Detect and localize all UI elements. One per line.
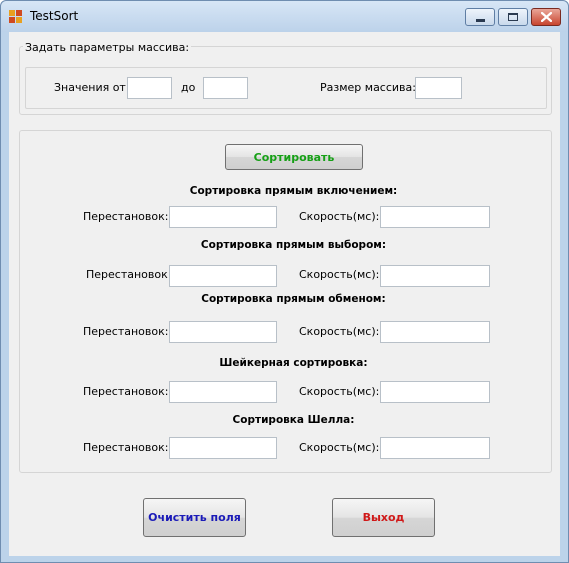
speed-input-shell[interactable] bbox=[380, 437, 490, 459]
speed-label-shaker: Скорость(мс): bbox=[299, 385, 380, 398]
exit-button-label: Выход bbox=[362, 511, 405, 524]
client-area: Задать параметры массива: Значения от: д… bbox=[9, 32, 560, 556]
swaps-input-insertion[interactable] bbox=[169, 206, 277, 228]
swaps-label-selection: Перестановок: bbox=[86, 268, 172, 281]
clear-fields-button-label: Очистить поля bbox=[148, 511, 241, 524]
swaps-input-exchange[interactable] bbox=[169, 321, 277, 343]
speed-label-shell: Скорость(мс): bbox=[299, 441, 380, 454]
sort-title-insertion: Сортировка прямым включением: bbox=[189, 185, 398, 197]
swaps-label-shaker: Перестановок: bbox=[83, 385, 169, 398]
speed-input-insertion[interactable] bbox=[380, 206, 490, 228]
app-window: TestSort Задать параметры массива: Значе… bbox=[0, 0, 569, 563]
from-label: Значения от: bbox=[54, 81, 130, 94]
params-caption: Задать параметры массива: bbox=[23, 41, 192, 54]
swaps-input-shaker[interactable] bbox=[169, 381, 277, 403]
speed-label-insertion: Скорость(мс): bbox=[299, 210, 380, 223]
speed-input-shaker[interactable] bbox=[380, 381, 490, 403]
clear-fields-button[interactable]: Очистить поля bbox=[143, 498, 246, 537]
size-input[interactable] bbox=[415, 77, 462, 99]
close-icon bbox=[540, 12, 552, 22]
maximize-button[interactable] bbox=[498, 8, 528, 26]
speed-input-exchange[interactable] bbox=[380, 321, 490, 343]
minimize-icon bbox=[475, 18, 485, 22]
from-input[interactable] bbox=[127, 77, 172, 99]
maximize-icon bbox=[508, 13, 518, 21]
sort-title-shaker: Шейкерная сортировка: bbox=[219, 357, 368, 369]
sort-title-exchange: Сортировка прямым обменом: bbox=[201, 293, 386, 305]
speed-label-exchange: Скорость(мс): bbox=[299, 325, 380, 338]
swaps-label-insertion: Перестановок: bbox=[83, 210, 169, 223]
sort-title-shell: Сортировка Шелла: bbox=[232, 414, 355, 426]
window-title: TestSort bbox=[30, 9, 79, 23]
swaps-label-shell: Перестановок: bbox=[83, 441, 169, 454]
speed-input-selection[interactable] bbox=[380, 265, 490, 287]
sort-title-selection: Сортировка прямым выбором: bbox=[200, 239, 387, 251]
speed-label-selection: Скорость(мс): bbox=[299, 268, 380, 281]
title-bar[interactable]: TestSort bbox=[1, 1, 568, 32]
exit-button[interactable]: Выход bbox=[332, 498, 435, 537]
sort-button[interactable]: Сортировать bbox=[225, 144, 363, 170]
to-input[interactable] bbox=[203, 77, 248, 99]
swaps-input-selection[interactable] bbox=[169, 265, 277, 287]
to-label: до bbox=[181, 81, 196, 94]
close-button[interactable] bbox=[531, 8, 561, 26]
sort-button-label: Сортировать bbox=[253, 150, 335, 164]
swaps-label-exchange: Перестановок: bbox=[83, 325, 169, 338]
swaps-input-shell[interactable] bbox=[169, 437, 277, 459]
minimize-button[interactable] bbox=[465, 8, 495, 26]
size-label: Размер массива: bbox=[320, 81, 416, 94]
app-icon bbox=[9, 10, 23, 24]
